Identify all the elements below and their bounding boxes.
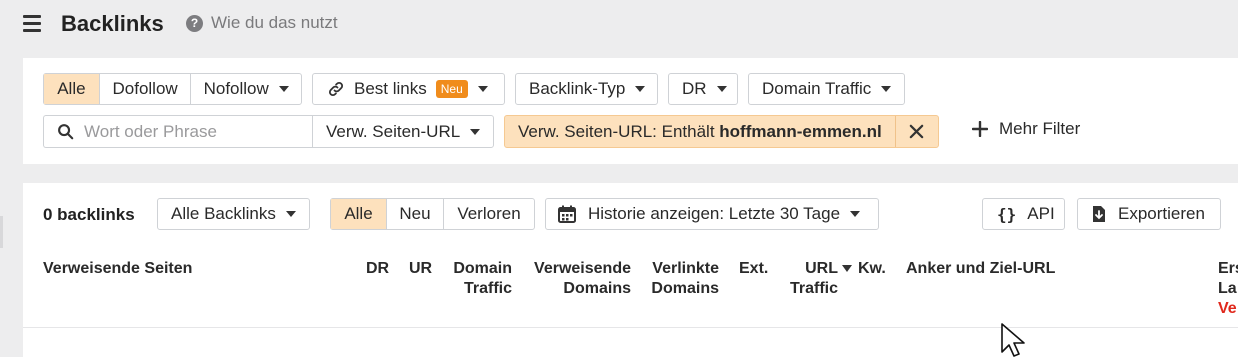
tab-label: Dofollow xyxy=(112,79,178,98)
col-kw[interactable]: Kw. xyxy=(858,259,886,279)
tab-label: Alle xyxy=(57,79,86,98)
side-tab xyxy=(0,216,3,248)
help-link[interactable]: Wie du das nutzt xyxy=(211,13,338,33)
chevron-down-icon xyxy=(635,86,646,92)
col-ur[interactable]: UR xyxy=(409,259,432,279)
tab-dofollow[interactable]: Dofollow xyxy=(100,74,192,104)
close-icon[interactable] xyxy=(896,116,938,147)
chevron-down-icon xyxy=(278,86,289,92)
page-title: Backlinks xyxy=(61,11,164,36)
dr-label: DR xyxy=(682,79,707,98)
filter-prefix: Verw. Seiten-URL: Enthält xyxy=(518,121,720,141)
col-dr[interactable]: DR xyxy=(366,259,389,279)
tab-alle[interactable]: Alle xyxy=(44,74,100,104)
col-label-line2: La xyxy=(1218,280,1237,297)
sort-desc-icon[interactable] xyxy=(842,265,852,272)
api-label: API xyxy=(1027,204,1055,223)
active-filter-text[interactable]: Verw. Seiten-URL: Enthält hoffmann-emmen… xyxy=(505,116,896,147)
col-anchor[interactable]: Anker und Ziel-URL xyxy=(906,259,1055,279)
chevron-down-icon xyxy=(477,86,488,92)
scope-label: Alle Backlinks xyxy=(171,204,276,223)
tab-status-neu[interactable]: Neu xyxy=(387,199,444,229)
export-button[interactable]: Exportieren xyxy=(1077,198,1221,230)
col-label-line2: Traffic xyxy=(789,280,838,297)
status-tabs: Alle Neu Verloren xyxy=(330,198,535,230)
braces-icon: {} xyxy=(997,204,1017,224)
export-label: Exportieren xyxy=(1118,204,1205,223)
col-referring-domains[interactable]: Verweisende Domains xyxy=(520,259,631,299)
tab-nofollow[interactable]: Nofollow xyxy=(191,74,301,104)
download-icon xyxy=(1093,206,1105,222)
col-ext[interactable]: Ext. xyxy=(739,259,768,279)
col-label-line1: Domain xyxy=(453,260,512,277)
chevron-down-icon xyxy=(716,86,727,92)
filter-value: hoffmann-emmen.nl xyxy=(719,121,882,141)
col-label-line1: Ers xyxy=(1218,260,1238,277)
active-filter-chip: Verw. Seiten-URL: Enthält hoffmann-emmen… xyxy=(504,115,939,148)
more-filter-button[interactable]: Mehr Filter xyxy=(972,119,1080,139)
domain-traffic-label: Domain Traffic xyxy=(762,79,872,98)
tab-label: Neu xyxy=(399,204,431,223)
tab-status-alle[interactable]: Alle xyxy=(331,199,387,229)
chevron-down-icon xyxy=(881,86,892,92)
chevron-down-icon xyxy=(850,211,861,217)
domain-traffic-dropdown[interactable]: Domain Traffic xyxy=(748,73,905,105)
col-first-seen[interactable]: Ers La Ve xyxy=(1218,259,1238,319)
search-field xyxy=(43,115,313,148)
col-label-line2: Traffic xyxy=(463,280,512,297)
backlink-type-dropdown[interactable]: Backlink-Typ xyxy=(515,73,658,105)
search-scope-dropdown[interactable]: Verw. Seiten-URL xyxy=(312,115,494,148)
cursor-icon xyxy=(1001,323,1025,357)
best-links-label: Best links xyxy=(354,79,427,98)
backlink-scope-dropdown[interactable]: Alle Backlinks xyxy=(157,198,310,230)
calendar-icon xyxy=(558,205,576,223)
history-label: Historie anzeigen: Letzte 30 Tage xyxy=(588,204,841,223)
col-label-line1: URL xyxy=(805,260,838,277)
more-filter-label: Mehr Filter xyxy=(999,119,1081,138)
link-icon xyxy=(328,81,344,97)
link-type-tabs: Alle Dofollow Nofollow xyxy=(43,73,302,105)
api-button[interactable]: {} API xyxy=(982,198,1065,230)
tab-label: Nofollow xyxy=(203,79,269,98)
search-scope-label: Verw. Seiten-URL xyxy=(326,121,461,141)
table-divider xyxy=(23,327,1238,328)
col-label-line2: Domains xyxy=(651,280,719,297)
tab-label: Alle xyxy=(344,204,373,223)
col-referring-pages[interactable]: Verweisende Seiten xyxy=(43,259,192,279)
help-icon[interactable]: ? xyxy=(186,15,203,32)
menu-icon[interactable] xyxy=(23,15,41,36)
dr-dropdown[interactable]: DR xyxy=(668,73,738,105)
search-input[interactable] xyxy=(84,121,304,142)
chevron-down-icon xyxy=(470,128,481,135)
col-label-line2: Domains xyxy=(563,280,631,297)
col-label-line1: Verweisende xyxy=(534,260,631,277)
best-links-button[interactable]: Best links Neu xyxy=(312,73,505,105)
col-label-line3: Ve xyxy=(1218,300,1237,317)
plus-icon xyxy=(972,121,988,137)
chevron-down-icon xyxy=(285,211,296,217)
col-linked-domains[interactable]: Verlinkte Domains xyxy=(630,259,719,299)
backlink-type-label: Backlink-Typ xyxy=(529,79,626,98)
backlink-count: 0 backlinks xyxy=(43,205,135,224)
search-icon xyxy=(58,124,74,140)
new-badge: Neu xyxy=(435,80,468,98)
col-domain-traffic[interactable]: Domain Traffic xyxy=(432,259,512,299)
tab-status-verloren[interactable]: Verloren xyxy=(444,199,534,229)
history-dropdown[interactable]: Historie anzeigen: Letzte 30 Tage xyxy=(545,198,879,230)
col-url-traffic[interactable]: URL Traffic xyxy=(770,259,838,299)
tab-label: Verloren xyxy=(457,204,521,223)
col-label-line1: Verlinkte xyxy=(652,260,719,277)
